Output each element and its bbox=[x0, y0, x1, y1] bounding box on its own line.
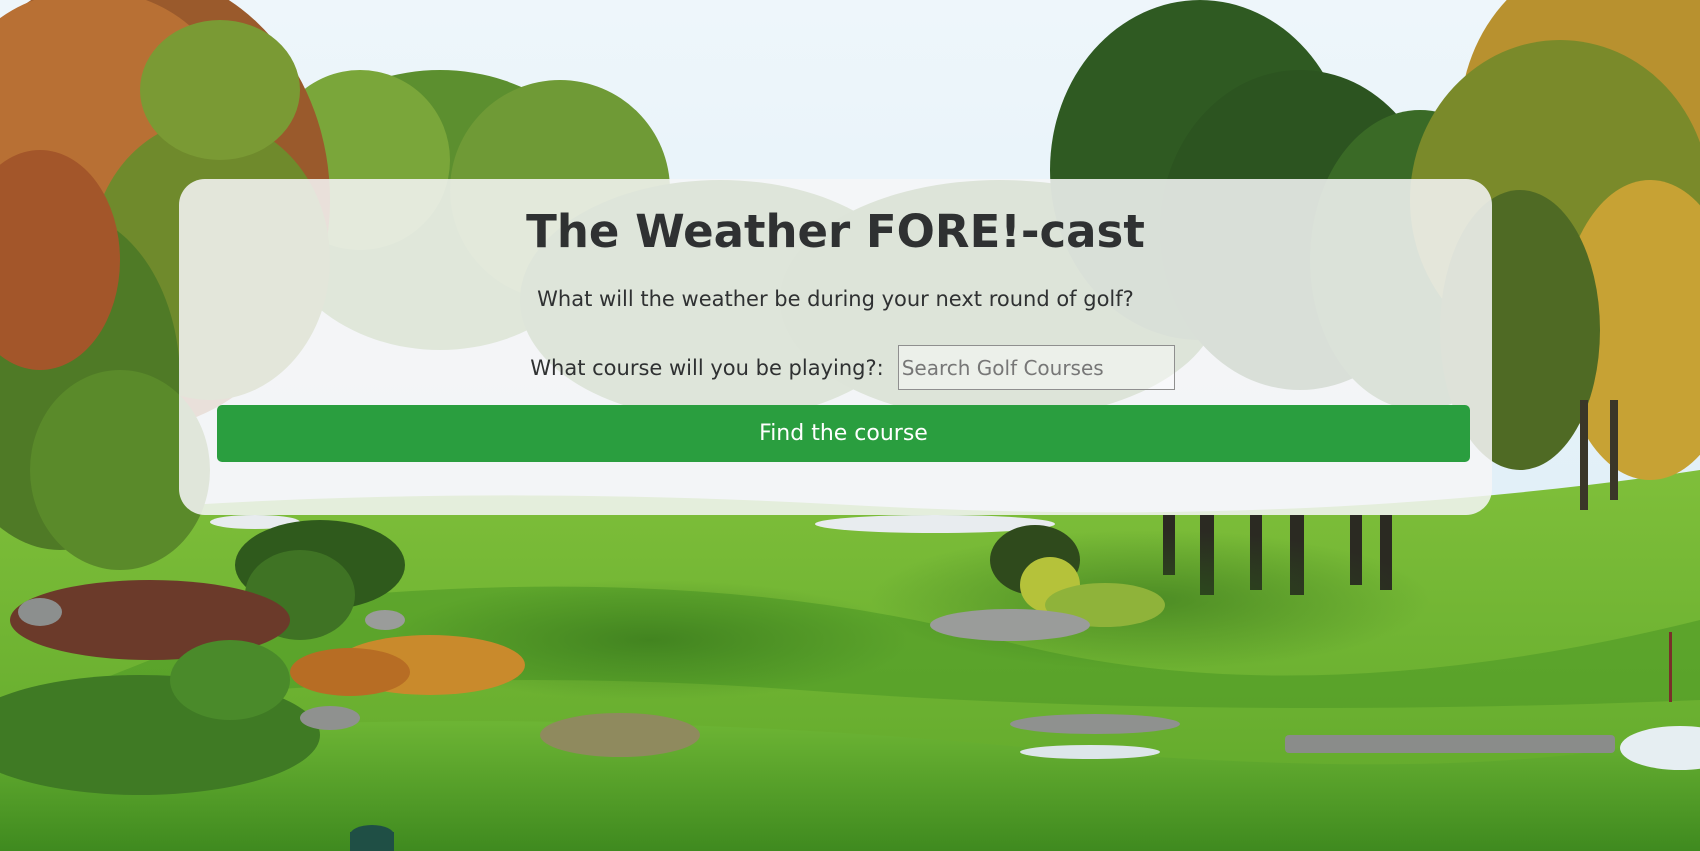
course-search-input[interactable] bbox=[897, 345, 1175, 390]
course-search-label: What course will you be playing?: bbox=[530, 355, 884, 380]
course-search-row: What course will you be playing?: bbox=[179, 345, 1492, 390]
search-card: The Weather FORE!-cast What will the wea… bbox=[179, 179, 1492, 515]
page-subtitle: What will the weather be during your nex… bbox=[537, 287, 1134, 311]
page-title: The Weather FORE!-cast bbox=[526, 205, 1145, 258]
find-course-button[interactable]: Find the course bbox=[217, 405, 1470, 462]
